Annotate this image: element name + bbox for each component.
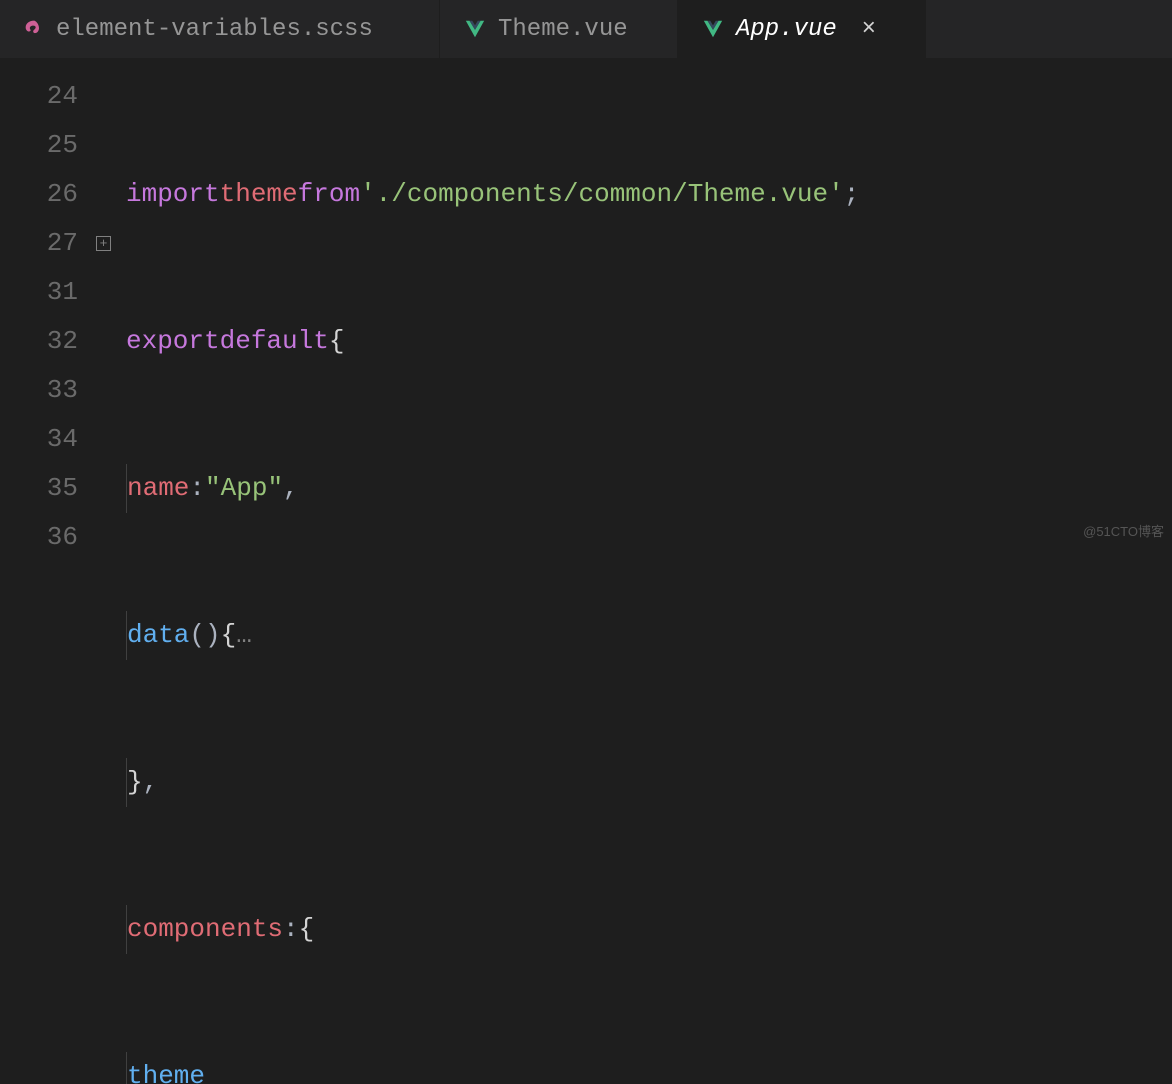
- line-number: 33: [0, 366, 78, 415]
- brace: {: [221, 611, 237, 660]
- fold-expand-icon[interactable]: +: [96, 236, 111, 251]
- keyword: export: [126, 317, 220, 366]
- brace: {: [329, 317, 345, 366]
- line-number: 32: [0, 317, 78, 366]
- property: components: [127, 905, 283, 954]
- keyword: import: [126, 170, 220, 219]
- brace: }: [127, 758, 143, 807]
- fold-column: +: [96, 72, 126, 1084]
- vue-icon: [702, 18, 724, 40]
- tab-element-variables[interactable]: element-variables.scss: [0, 0, 440, 58]
- tab-label: App.vue: [736, 16, 837, 43]
- line-number: 34: [0, 415, 78, 464]
- code-line: data(){…: [126, 611, 1172, 660]
- line-number: 35: [0, 464, 78, 513]
- sass-icon: [24, 19, 44, 39]
- punctuation: ,: [283, 464, 299, 513]
- identifier: theme: [220, 170, 298, 219]
- tab-label: element-variables.scss: [56, 16, 373, 43]
- tab-label: Theme.vue: [498, 16, 628, 43]
- line-number: 24: [0, 72, 78, 121]
- code-line: },: [126, 758, 1172, 807]
- keyword: from: [298, 170, 360, 219]
- vue-icon: [464, 18, 486, 40]
- close-icon[interactable]: ×: [857, 17, 881, 41]
- line-number: 26: [0, 170, 78, 219]
- punctuation: (): [189, 611, 220, 660]
- brace: {: [299, 905, 315, 954]
- fold-ellipsis[interactable]: …: [236, 611, 252, 660]
- string-literal: "App": [205, 464, 283, 513]
- editor[interactable]: 24 25 26 27 31 32 33 34 35 36 + import t…: [0, 58, 1172, 1084]
- line-number: 31: [0, 268, 78, 317]
- punctuation: :: [283, 905, 299, 954]
- property: name: [127, 464, 189, 513]
- punctuation: ,: [143, 758, 159, 807]
- line-number: 27: [0, 219, 78, 268]
- code-line: components:{: [126, 905, 1172, 954]
- gutter: 24 25 26 27 31 32 33 34 35 36: [0, 72, 96, 1084]
- watermark: @51CTO博客: [1083, 521, 1164, 540]
- variable: theme: [127, 1052, 205, 1084]
- method: data: [127, 611, 189, 660]
- string-literal: './components/common/Theme.vue': [360, 170, 844, 219]
- code-line: theme: [126, 1052, 1172, 1084]
- line-number: 25: [0, 121, 78, 170]
- keyword: default: [220, 317, 329, 366]
- line-number: 36: [0, 513, 78, 562]
- tab-app-vue[interactable]: App.vue ×: [678, 0, 926, 58]
- tab-bar: element-variables.scss Theme.vue App.vue…: [0, 0, 1172, 58]
- punctuation: :: [189, 464, 205, 513]
- code-line: export default {: [126, 317, 1172, 366]
- code-line: import theme from './components/common/T…: [126, 170, 1172, 219]
- code-line: name: "App",: [126, 464, 1172, 513]
- tab-theme-vue[interactable]: Theme.vue: [440, 0, 678, 58]
- punctuation: ;: [844, 170, 860, 219]
- code-area[interactable]: import theme from './components/common/T…: [126, 72, 1172, 1084]
